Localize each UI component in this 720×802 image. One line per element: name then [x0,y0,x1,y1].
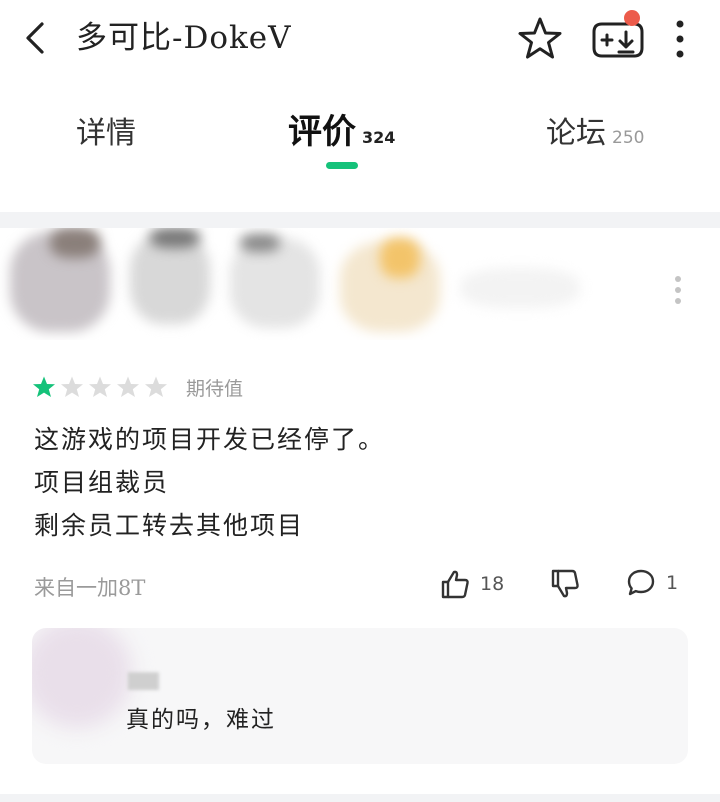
rating-stars [32,375,168,399]
review-rating: 期待值 [32,372,243,402]
favorite-button[interactable] [512,14,568,66]
star-empty-icon [145,376,167,397]
comment-bubble-icon [627,569,655,596]
avatar [32,628,132,728]
tab-details[interactable]: 详情 [76,114,136,154]
review-line: 项目组裁员 [34,468,170,497]
download-game-button[interactable] [588,10,648,66]
reply-text: 真的吗，难过 [126,707,276,733]
review-meta: 来自一加8T 18 1 [0,566,720,606]
rating-label: 期待值 [186,377,244,400]
thumbs-down-icon [551,569,579,598]
like-button[interactable]: 18 [440,568,504,600]
chevron-left-icon [26,22,44,54]
tab-count: 324 [362,128,396,147]
section-divider [0,212,720,228]
tab-label: 评价 [288,112,356,152]
notification-dot [624,10,640,26]
thumbs-up-icon [441,570,469,599]
more-vertical-icon [676,20,684,58]
dislike-button[interactable] [550,568,580,600]
reviewer-info-blurred[interactable] [0,228,600,340]
star-filled-icon [33,376,55,397]
back-button[interactable] [18,18,54,58]
tab-count: 250 [612,128,645,148]
page-title: 多可比-DokeV [76,20,292,56]
more-options-button[interactable] [664,14,696,64]
reply-preview[interactable]: ▆▆ 真的吗，难过 [32,628,688,764]
more-vertical-icon [675,276,681,304]
star-empty-icon [89,376,111,397]
tab-label: 详情 [76,116,136,151]
comment-count: 1 [666,572,679,594]
like-count: 18 [480,573,505,595]
top-bar: 多可比-DokeV [0,0,720,80]
review-line: 这游戏的项目开发已经停了。 [34,425,386,454]
reply-username-blurred: ▆▆ [128,666,159,690]
active-tab-indicator [326,162,358,169]
review-line: 剩余员工转去其他项目 [34,511,305,540]
star-empty-icon [61,376,83,397]
tab-forum[interactable]: 论坛 250 [546,114,644,158]
device-source: 来自一加8T [34,576,146,600]
tab-label: 论坛 [546,116,606,151]
section-divider [0,794,720,802]
review-more-button[interactable] [664,272,692,308]
tab-bar: 详情 评价 324 论坛 250 [0,100,720,190]
star-outline-icon [518,17,562,59]
comment-button[interactable]: 1 [626,568,678,598]
star-empty-icon [117,376,139,397]
tab-reviews[interactable]: 评价 324 [288,112,395,158]
review-text: 这游戏的项目开发已经停了。 项目组裁员 剩余员工转去其他项目 [34,418,385,547]
